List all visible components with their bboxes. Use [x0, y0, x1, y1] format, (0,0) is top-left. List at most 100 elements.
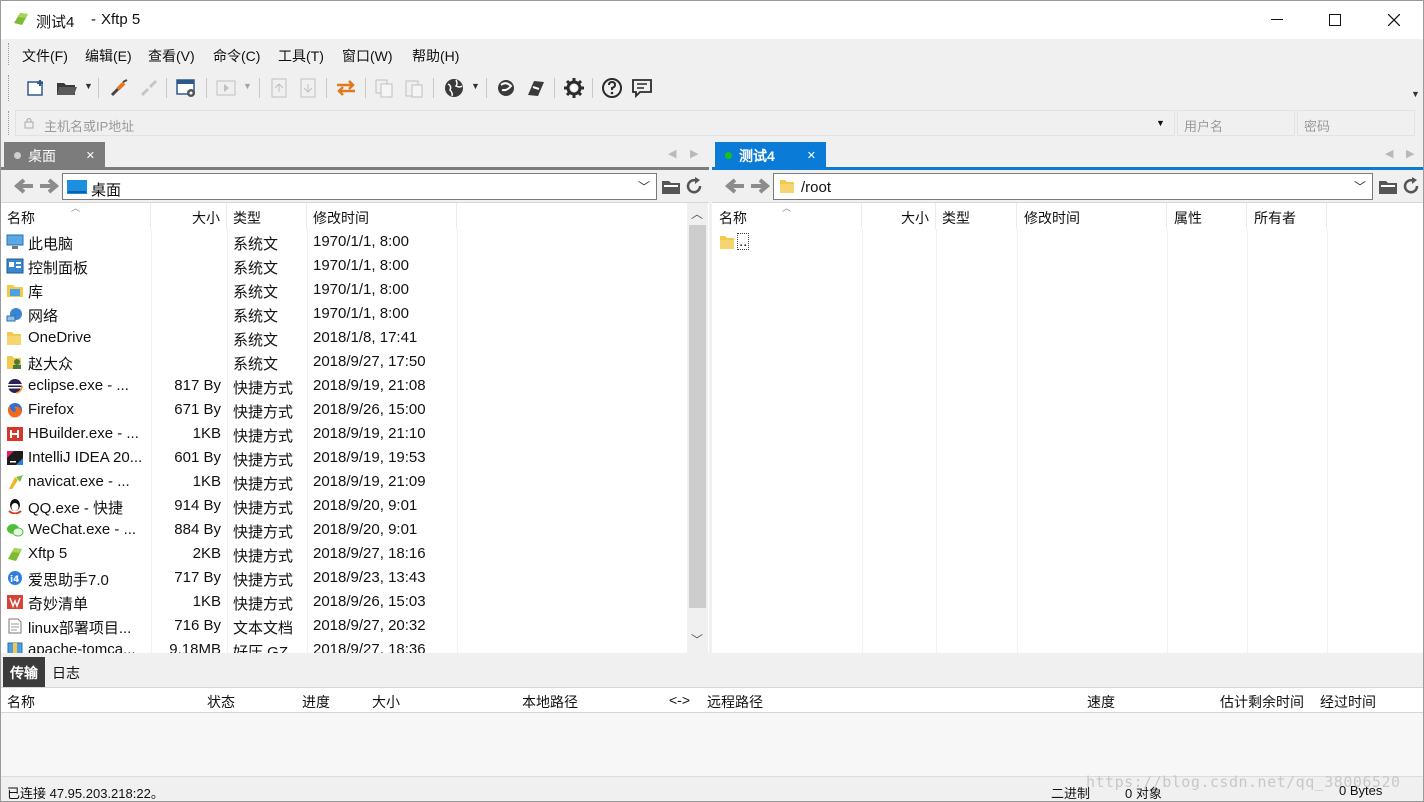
tx-col-elapsed[interactable]: 经过时间	[1320, 692, 1376, 712]
col-header-owner[interactable]: 所有者	[1247, 203, 1327, 229]
chevron-down-icon[interactable]: ﹀	[638, 178, 650, 195]
transfer-list[interactable]	[1, 713, 1423, 776]
open-session-button[interactable]	[56, 77, 78, 99]
tx-col-direction[interactable]: <->	[669, 692, 690, 708]
new-session-button[interactable]	[26, 77, 48, 99]
col-header-attributes[interactable]: 属性	[1167, 203, 1247, 229]
table-row[interactable]: QQ.exe - 快捷 914 By 快捷方式 2018/9/20, 9:01	[1, 494, 687, 518]
table-row[interactable]: 奇妙清单 1KB 快捷方式 2018/9/26, 15:03	[1, 590, 687, 614]
table-row[interactable]: apache-tomca... 9.18MB 好压 GZ... 2018/9/27, …	[1, 638, 687, 653]
open-session-dropdown[interactable]: ▼	[84, 81, 93, 91]
menu-edit[interactable]: 编辑(E)	[85, 46, 132, 66]
tab-scroll-left-icon[interactable]: ◀	[1385, 147, 1393, 160]
refresh-icon[interactable]	[684, 176, 704, 196]
close-button[interactable]	[1365, 1, 1423, 39]
tx-col-progress[interactable]: 进度	[302, 692, 330, 712]
col-header-name[interactable]: 名称 ︿	[712, 203, 862, 229]
menu-file[interactable]: 文件(F)	[22, 46, 68, 66]
col-header-name[interactable]: 名称 ︿	[1, 203, 151, 229]
transfer-button[interactable]	[215, 77, 237, 99]
col-header-size[interactable]: 大小	[862, 203, 936, 229]
table-row[interactable]: navicat.exe - ... 1KB 快捷方式 2018/9/19, 21:09	[1, 470, 687, 494]
tab-scroll-left-icon[interactable]: ◀	[668, 147, 676, 160]
encoding-button[interactable]	[443, 77, 465, 99]
tx-col-name[interactable]: 名称	[7, 692, 35, 712]
scroll-up-icon[interactable]: ︿	[691, 205, 703, 222]
scrollbar-thumb[interactable]	[689, 225, 706, 608]
maximize-button[interactable]	[1306, 1, 1364, 39]
tab-remote-session[interactable]: 测试4 ✕	[715, 142, 826, 169]
table-row[interactable]: WeChat.exe - ... 884 By 快捷方式 2018/9/20, 9:0…	[1, 518, 687, 542]
back-arrow-icon[interactable]	[13, 176, 35, 196]
disconnect-button[interactable]	[138, 77, 160, 99]
password-input[interactable]: 密码	[1297, 110, 1415, 136]
transfer-mode[interactable]: 二进制	[1051, 783, 1090, 801]
table-row[interactable]: linux部署项目... 716 By 文本文档 2018/9/27, 20:32	[1, 614, 687, 638]
xshell-button[interactable]	[495, 77, 517, 99]
local-file-list[interactable]: 名称 ︿ 大小 类型 修改时间 此电脑 系统文 1970/1/1, 8:00 控制面板…	[1, 202, 709, 653]
tab-close-icon[interactable]: ✕	[807, 149, 816, 162]
table-row[interactable]: 库 系统文 1970/1/1, 8:00	[1, 278, 687, 302]
table-row[interactable]: Xftp 5 2KB 快捷方式 2018/9/27, 18:16	[1, 542, 687, 566]
sync-button[interactable]	[335, 77, 357, 99]
host-history-dropdown[interactable]: ▼	[1156, 118, 1165, 128]
help-button[interactable]	[601, 77, 623, 99]
table-row[interactable]: 控制面板 系统文 1970/1/1, 8:00	[1, 254, 687, 278]
tab-log[interactable]: 日志	[45, 657, 87, 687]
download-button[interactable]	[297, 77, 319, 99]
col-header-modified[interactable]: 修改时间	[307, 203, 457, 229]
col-header-modified[interactable]: 修改时间	[1017, 203, 1167, 229]
minimize-button[interactable]	[1248, 1, 1306, 39]
folder-up-icon[interactable]	[661, 176, 681, 196]
tab-scroll-right-icon[interactable]: ▶	[690, 147, 698, 160]
menu-command[interactable]: 命令(C)	[213, 46, 260, 66]
tab-close-icon[interactable]: ✕	[86, 149, 95, 162]
tx-col-status[interactable]: 状态	[207, 692, 235, 712]
table-row[interactable]: Firefox 671 By 快捷方式 2018/9/26, 15:00	[1, 398, 687, 422]
table-row[interactable]: 赵大众 系统文 2018/9/27, 17:50	[1, 350, 687, 374]
menu-window[interactable]: 窗口(W)	[342, 46, 393, 66]
chat-button[interactable]	[631, 77, 653, 99]
copy-button[interactable]	[373, 77, 395, 99]
col-header-type[interactable]: 类型	[936, 203, 1017, 229]
tx-col-eta[interactable]: 估计剩余时间	[1220, 692, 1304, 712]
upload-button[interactable]	[268, 77, 290, 99]
tab-transfers[interactable]: 传输	[3, 657, 45, 687]
folder-up-icon[interactable]	[1378, 176, 1398, 196]
menu-tools[interactable]: 工具(T)	[278, 46, 324, 66]
menu-help[interactable]: 帮助(H)	[412, 46, 459, 66]
table-row[interactable]: eclipse.exe - ... 817 By 快捷方式 2018/9/19, 21…	[1, 374, 687, 398]
menu-view[interactable]: 查看(V)	[148, 46, 195, 66]
table-row[interactable]: ..	[712, 230, 1398, 254]
chevron-down-icon[interactable]: ﹀	[1354, 178, 1366, 195]
refresh-icon[interactable]	[1401, 176, 1421, 196]
col-header-type[interactable]: 类型	[227, 203, 307, 229]
encoding-dropdown[interactable]: ▼	[471, 81, 480, 91]
host-input[interactable]: 主机名或IP地址 ▼	[15, 110, 1175, 136]
username-input[interactable]: 用户名	[1177, 110, 1295, 136]
table-row[interactable]: HBuilder.exe - ... 1KB 快捷方式 2018/9/19, 21:1…	[1, 422, 687, 446]
transfer-dropdown[interactable]: ▼	[243, 81, 252, 91]
local-vertical-scrollbar[interactable]: ︿ ﹀	[687, 203, 708, 653]
forward-arrow-icon[interactable]	[749, 176, 771, 196]
connect-button[interactable]	[108, 77, 130, 99]
table-row[interactable]: 此电脑 系统文 1970/1/1, 8:00	[1, 230, 687, 254]
table-row[interactable]: 网络 系统文 1970/1/1, 8:00	[1, 302, 687, 326]
local-path-combobox[interactable]: 桌面 ﹀	[62, 173, 657, 200]
table-row[interactable]: OneDrive 系统文 2018/1/8, 17:41	[1, 326, 687, 350]
toolbar-overflow-dropdown[interactable]: ▼	[1411, 89, 1420, 99]
tx-col-local-path[interactable]: 本地路径	[522, 692, 578, 712]
session-properties-button[interactable]	[176, 77, 198, 99]
table-row[interactable]: IntelliJ IDEA 20... 601 By 快捷方式 2018/9/19, …	[1, 446, 687, 470]
table-row[interactable]: i4 爱思助手7.0 717 By 快捷方式 2018/9/23, 13:43	[1, 566, 687, 590]
forward-arrow-icon[interactable]	[38, 176, 60, 196]
remote-path-combobox[interactable]: /root ﹀	[773, 173, 1373, 200]
remote-file-list[interactable]: 名称 ︿ 大小 类型 修改时间 属性 所有者 ..	[712, 202, 1423, 653]
tab-scroll-right-icon[interactable]: ▶	[1406, 147, 1414, 160]
xftp-new-window-button[interactable]	[525, 77, 547, 99]
tx-col-speed[interactable]: 速度	[1087, 692, 1115, 712]
options-button[interactable]	[563, 77, 585, 99]
tx-col-remote-path[interactable]: 远程路径	[707, 692, 763, 712]
col-header-size[interactable]: 大小	[151, 203, 227, 229]
tx-col-size[interactable]: 大小	[372, 692, 400, 712]
